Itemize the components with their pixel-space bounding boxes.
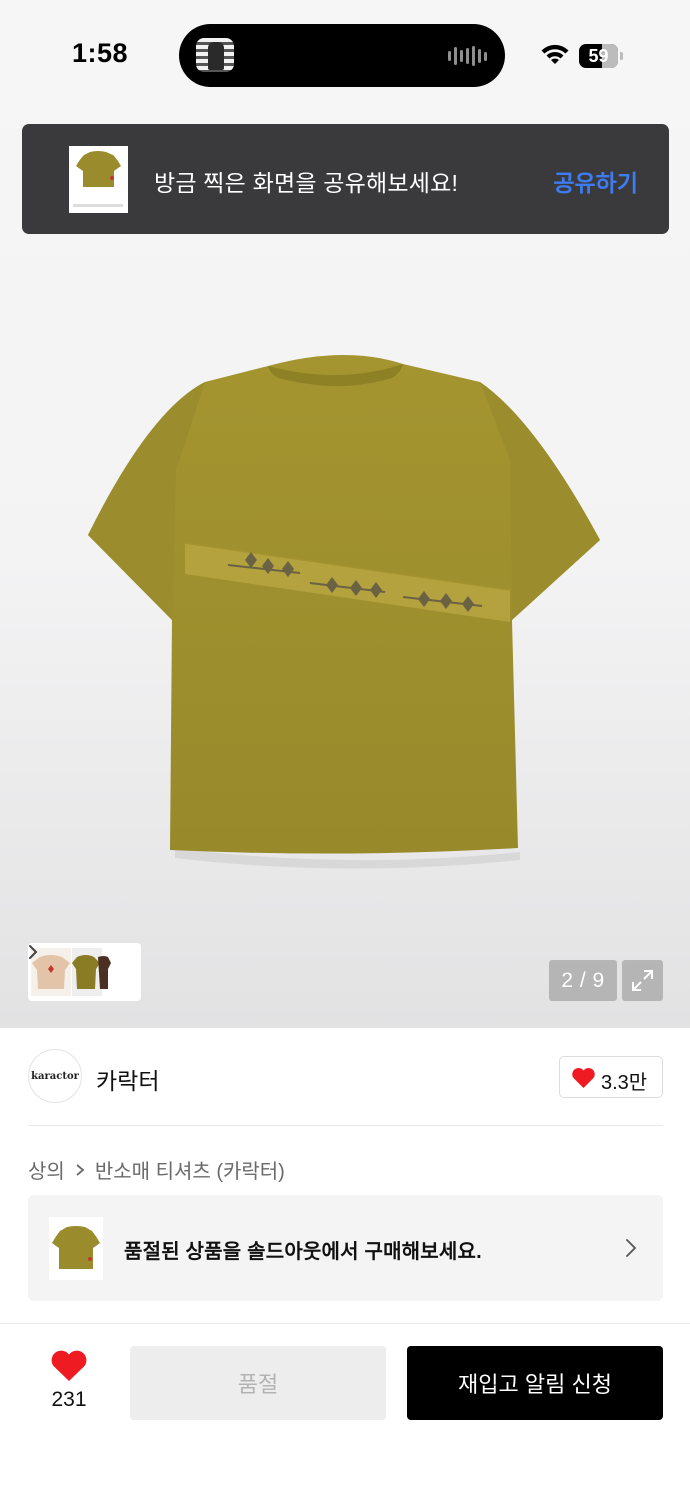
battery-level: 59 (588, 46, 609, 66)
audio-waveform-icon (448, 46, 487, 66)
brand-logo[interactable]: karactor (28, 1049, 82, 1103)
brand-name[interactable]: 카락터 (96, 1062, 159, 1096)
color-variant-thumbnails[interactable] (28, 943, 141, 1001)
section-divider (28, 1125, 663, 1126)
battery-icon: 59 (579, 44, 623, 68)
banner-product-thumbnail (49, 1217, 103, 1280)
fullscreen-button[interactable] (622, 960, 663, 1001)
soldout-banner-message: 품절된 상품을 솔드아웃에서 구매해보세요. (124, 1241, 482, 1263)
heart-icon (572, 1068, 595, 1088)
now-playing-artwork (196, 38, 234, 72)
chevron-right-icon (29, 945, 38, 959)
bottom-bar-divider (0, 1323, 690, 1324)
product-like-count: 231 (51, 1388, 87, 1411)
image-page-indicator: 2 / 9 (549, 960, 617, 1001)
breadcrumb-subcategory[interactable]: 반소매 티셔츠 (카락터) (95, 1155, 285, 1184)
chevron-right-icon (626, 1239, 637, 1257)
wifi-icon (541, 44, 569, 64)
share-button[interactable]: 공유하기 (553, 164, 638, 198)
status-time: 1:58 (72, 38, 129, 68)
brand-like-count: 3.3만 (601, 1072, 648, 1094)
brand-like-button[interactable]: 3.3만 (559, 1056, 663, 1098)
restock-alert-button[interactable]: 재입고 알림 신청 (407, 1346, 663, 1420)
like-heart-icon[interactable] (50, 1350, 88, 1382)
breadcrumb: 상의 반소매 티셔츠 (카락터) (28, 1155, 285, 1184)
share-toast-message: 방금 찍은 화면을 공유해보세요! (154, 170, 459, 196)
screenshot-thumbnail[interactable] (69, 146, 128, 213)
soldout-button: 품절 (130, 1346, 386, 1420)
product-detail-screen: 1:58 59 방금 찍은 화면을 공유해보세요! 공유하기 2 / 9 kar… (0, 0, 690, 1500)
dynamic-island (179, 24, 505, 87)
soldout-marketplace-banner[interactable]: 품절된 상품을 솔드아웃에서 구매해보세요. (28, 1195, 663, 1301)
product-image-gallery[interactable]: 1:58 59 방금 찍은 화면을 공유해보세요! 공유하기 2 / 9 (0, 0, 690, 1028)
breadcrumb-category[interactable]: 상의 (28, 1155, 65, 1184)
chevron-right-icon (76, 1163, 85, 1176)
expand-icon (632, 970, 653, 991)
share-toast[interactable]: 방금 찍은 화면을 공유해보세요! 공유하기 (22, 124, 669, 234)
